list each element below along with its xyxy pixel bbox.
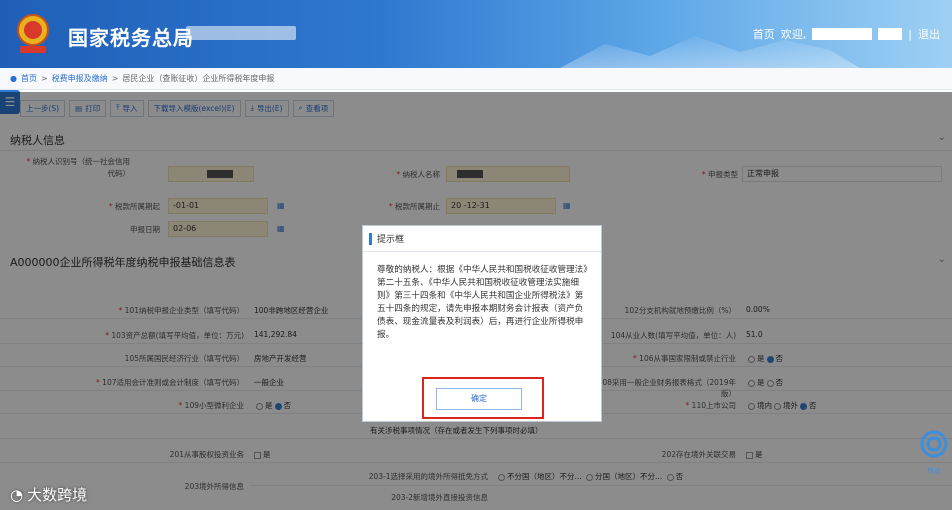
watermark-text: 大数跨境 <box>27 486 88 504</box>
watermark-logo-icon: ◔ <box>10 485 24 504</box>
breadcrumb: ● 首页 > 税费申报及缴纳 > 居民企业（查账征收）企业所得税年度申报 <box>0 68 952 90</box>
masked-username-2 <box>878 28 903 40</box>
logout-link[interactable]: 退出 <box>918 26 940 42</box>
breadcrumb-home[interactable]: 首页 <box>21 73 37 84</box>
site-title: 国家税务总局 <box>68 26 194 50</box>
title-accent-bar <box>369 232 372 245</box>
location-pin-icon: ● <box>10 74 17 83</box>
breadcrumb-sep-1: > <box>40 74 48 83</box>
breadcrumb-sep-2: > <box>111 74 119 83</box>
tax-emblem-icon <box>17 14 49 53</box>
header-user-area: 首页 欢迎, | 退出 <box>753 26 940 42</box>
watermark: ◔ 大数跨境 <box>10 484 87 505</box>
breadcrumb-level2: 居民企业（查账征收）企业所得税年度申报 <box>122 74 275 83</box>
help-icon <box>920 430 948 458</box>
help-label: 热点 <box>927 467 941 475</box>
help-widget[interactable]: 热点 <box>920 430 948 476</box>
home-link[interactable]: 首页 <box>753 26 775 42</box>
dialog-message: 尊敬的纳税人：根据《中华人民共和国税收征收管理法》第二十五条、《中华人民共和国税… <box>377 265 588 340</box>
dialog-title: 提示框 <box>377 235 405 245</box>
dialog-header: 提示框 <box>363 226 601 252</box>
header-separator: | <box>908 27 912 41</box>
breadcrumb-level1[interactable]: 税费申报及缴纳 <box>52 73 108 84</box>
confirm-highlight-box <box>422 377 544 419</box>
top-header: 国家税务总局 首页 欢迎, | 退出 <box>0 0 952 68</box>
blurred-region-title <box>186 26 296 40</box>
welcome-text: 欢迎, <box>780 28 807 41</box>
masked-username <box>812 28 873 40</box>
